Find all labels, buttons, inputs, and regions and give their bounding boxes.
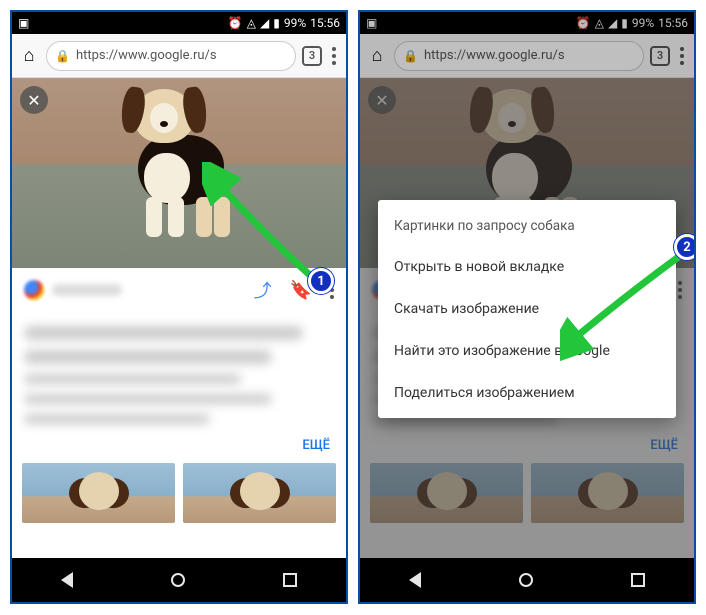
overflow-menu-icon[interactable] xyxy=(676,47,688,65)
system-nav-bar xyxy=(12,558,346,602)
home-icon[interactable]: ⌂ xyxy=(366,45,388,66)
recents-button[interactable] xyxy=(631,573,645,587)
wifi-icon: ◬ xyxy=(247,16,256,30)
step-badge-2: 2 xyxy=(674,234,696,260)
tab-switcher[interactable]: 3 xyxy=(302,46,322,66)
browser-toolbar: ⌂ 🔒 https://www.google.ru/s 3 xyxy=(360,34,694,78)
close-icon[interactable]: ✕ xyxy=(20,86,48,114)
home-button[interactable] xyxy=(171,573,185,587)
home-icon[interactable]: ⌂ xyxy=(18,45,40,66)
notification-icon: ▣ xyxy=(366,16,377,30)
alarm-icon: ⏰ xyxy=(576,16,591,30)
phone-screenshot-1: ▣ ⏰ ◬ ◢ ▮ 99% 15:56 ⌂ 🔒 https://www.goog… xyxy=(10,10,348,604)
alarm-icon: ⏰ xyxy=(228,16,243,30)
status-bar: ▣ ⏰ ◬ ◢ ▮ 99% 15:56 xyxy=(360,12,694,34)
page-content: ✕ ⤴ 🔖 ЕЩЁ xyxy=(12,78,346,558)
system-nav-bar xyxy=(360,558,694,602)
phone-screenshot-2: ▣ ⏰ ◬ ◢ ▮ 99% 15:56 ⌂ 🔒 https://www.goog… xyxy=(358,10,696,604)
source-favicon xyxy=(24,280,44,300)
image-preview[interactable]: ✕ xyxy=(12,78,346,268)
result-text xyxy=(12,312,346,424)
page-content: ✕ ⤴ 🔖 ЕЩЁ Картинки по xyxy=(360,78,694,558)
dog-image xyxy=(104,85,254,245)
url-text: https://www.google.ru/s xyxy=(424,48,565,63)
battery-text: 99% xyxy=(632,16,654,30)
battery-icon: ▮ xyxy=(621,16,628,30)
thumbnail[interactable] xyxy=(183,463,336,523)
share-icon[interactable]: ⤴ xyxy=(254,277,272,303)
overflow-menu-icon[interactable] xyxy=(328,47,340,65)
battery-icon: ▮ xyxy=(273,16,280,30)
browser-toolbar: ⌂ 🔒 https://www.google.ru/s 3 xyxy=(12,34,346,78)
tab-switcher[interactable]: 3 xyxy=(650,46,670,66)
context-menu-title: Картинки по запросу собака xyxy=(378,210,676,246)
related-thumbnails xyxy=(12,463,346,523)
back-button[interactable] xyxy=(409,572,421,588)
menu-open-new-tab[interactable]: Открыть в новой вкладке xyxy=(378,246,676,288)
status-bar: ▣ ⏰ ◬ ◢ ▮ 99% 15:56 xyxy=(12,12,346,34)
clock-text: 15:56 xyxy=(310,16,340,30)
step-badge-1: 1 xyxy=(308,268,334,294)
source-name xyxy=(52,284,122,296)
signal-icon: ◢ xyxy=(608,16,617,30)
signal-icon: ◢ xyxy=(260,16,269,30)
context-menu: Картинки по запросу собака Открыть в нов… xyxy=(378,200,676,418)
menu-download-image[interactable]: Скачать изображение xyxy=(378,288,676,330)
notification-icon: ▣ xyxy=(18,16,29,30)
more-link[interactable]: ЕЩЁ xyxy=(12,434,346,463)
battery-text: 99% xyxy=(284,16,306,30)
url-text: https://www.google.ru/s xyxy=(76,48,217,63)
thumbnail[interactable] xyxy=(22,463,175,523)
url-bar[interactable]: 🔒 https://www.google.ru/s xyxy=(46,41,296,71)
back-button[interactable] xyxy=(61,572,73,588)
source-row: ⤴ 🔖 xyxy=(12,268,346,312)
wifi-icon: ◬ xyxy=(595,16,604,30)
menu-search-image-google[interactable]: Найти это изображение в Google xyxy=(378,330,676,372)
lock-icon: 🔒 xyxy=(55,49,70,63)
home-button[interactable] xyxy=(519,573,533,587)
lock-icon: 🔒 xyxy=(403,49,418,63)
recents-button[interactable] xyxy=(283,573,297,587)
url-bar[interactable]: 🔒 https://www.google.ru/s xyxy=(394,41,644,71)
menu-share-image[interactable]: Поделиться изображением xyxy=(378,372,676,414)
clock-text: 15:56 xyxy=(658,16,688,30)
